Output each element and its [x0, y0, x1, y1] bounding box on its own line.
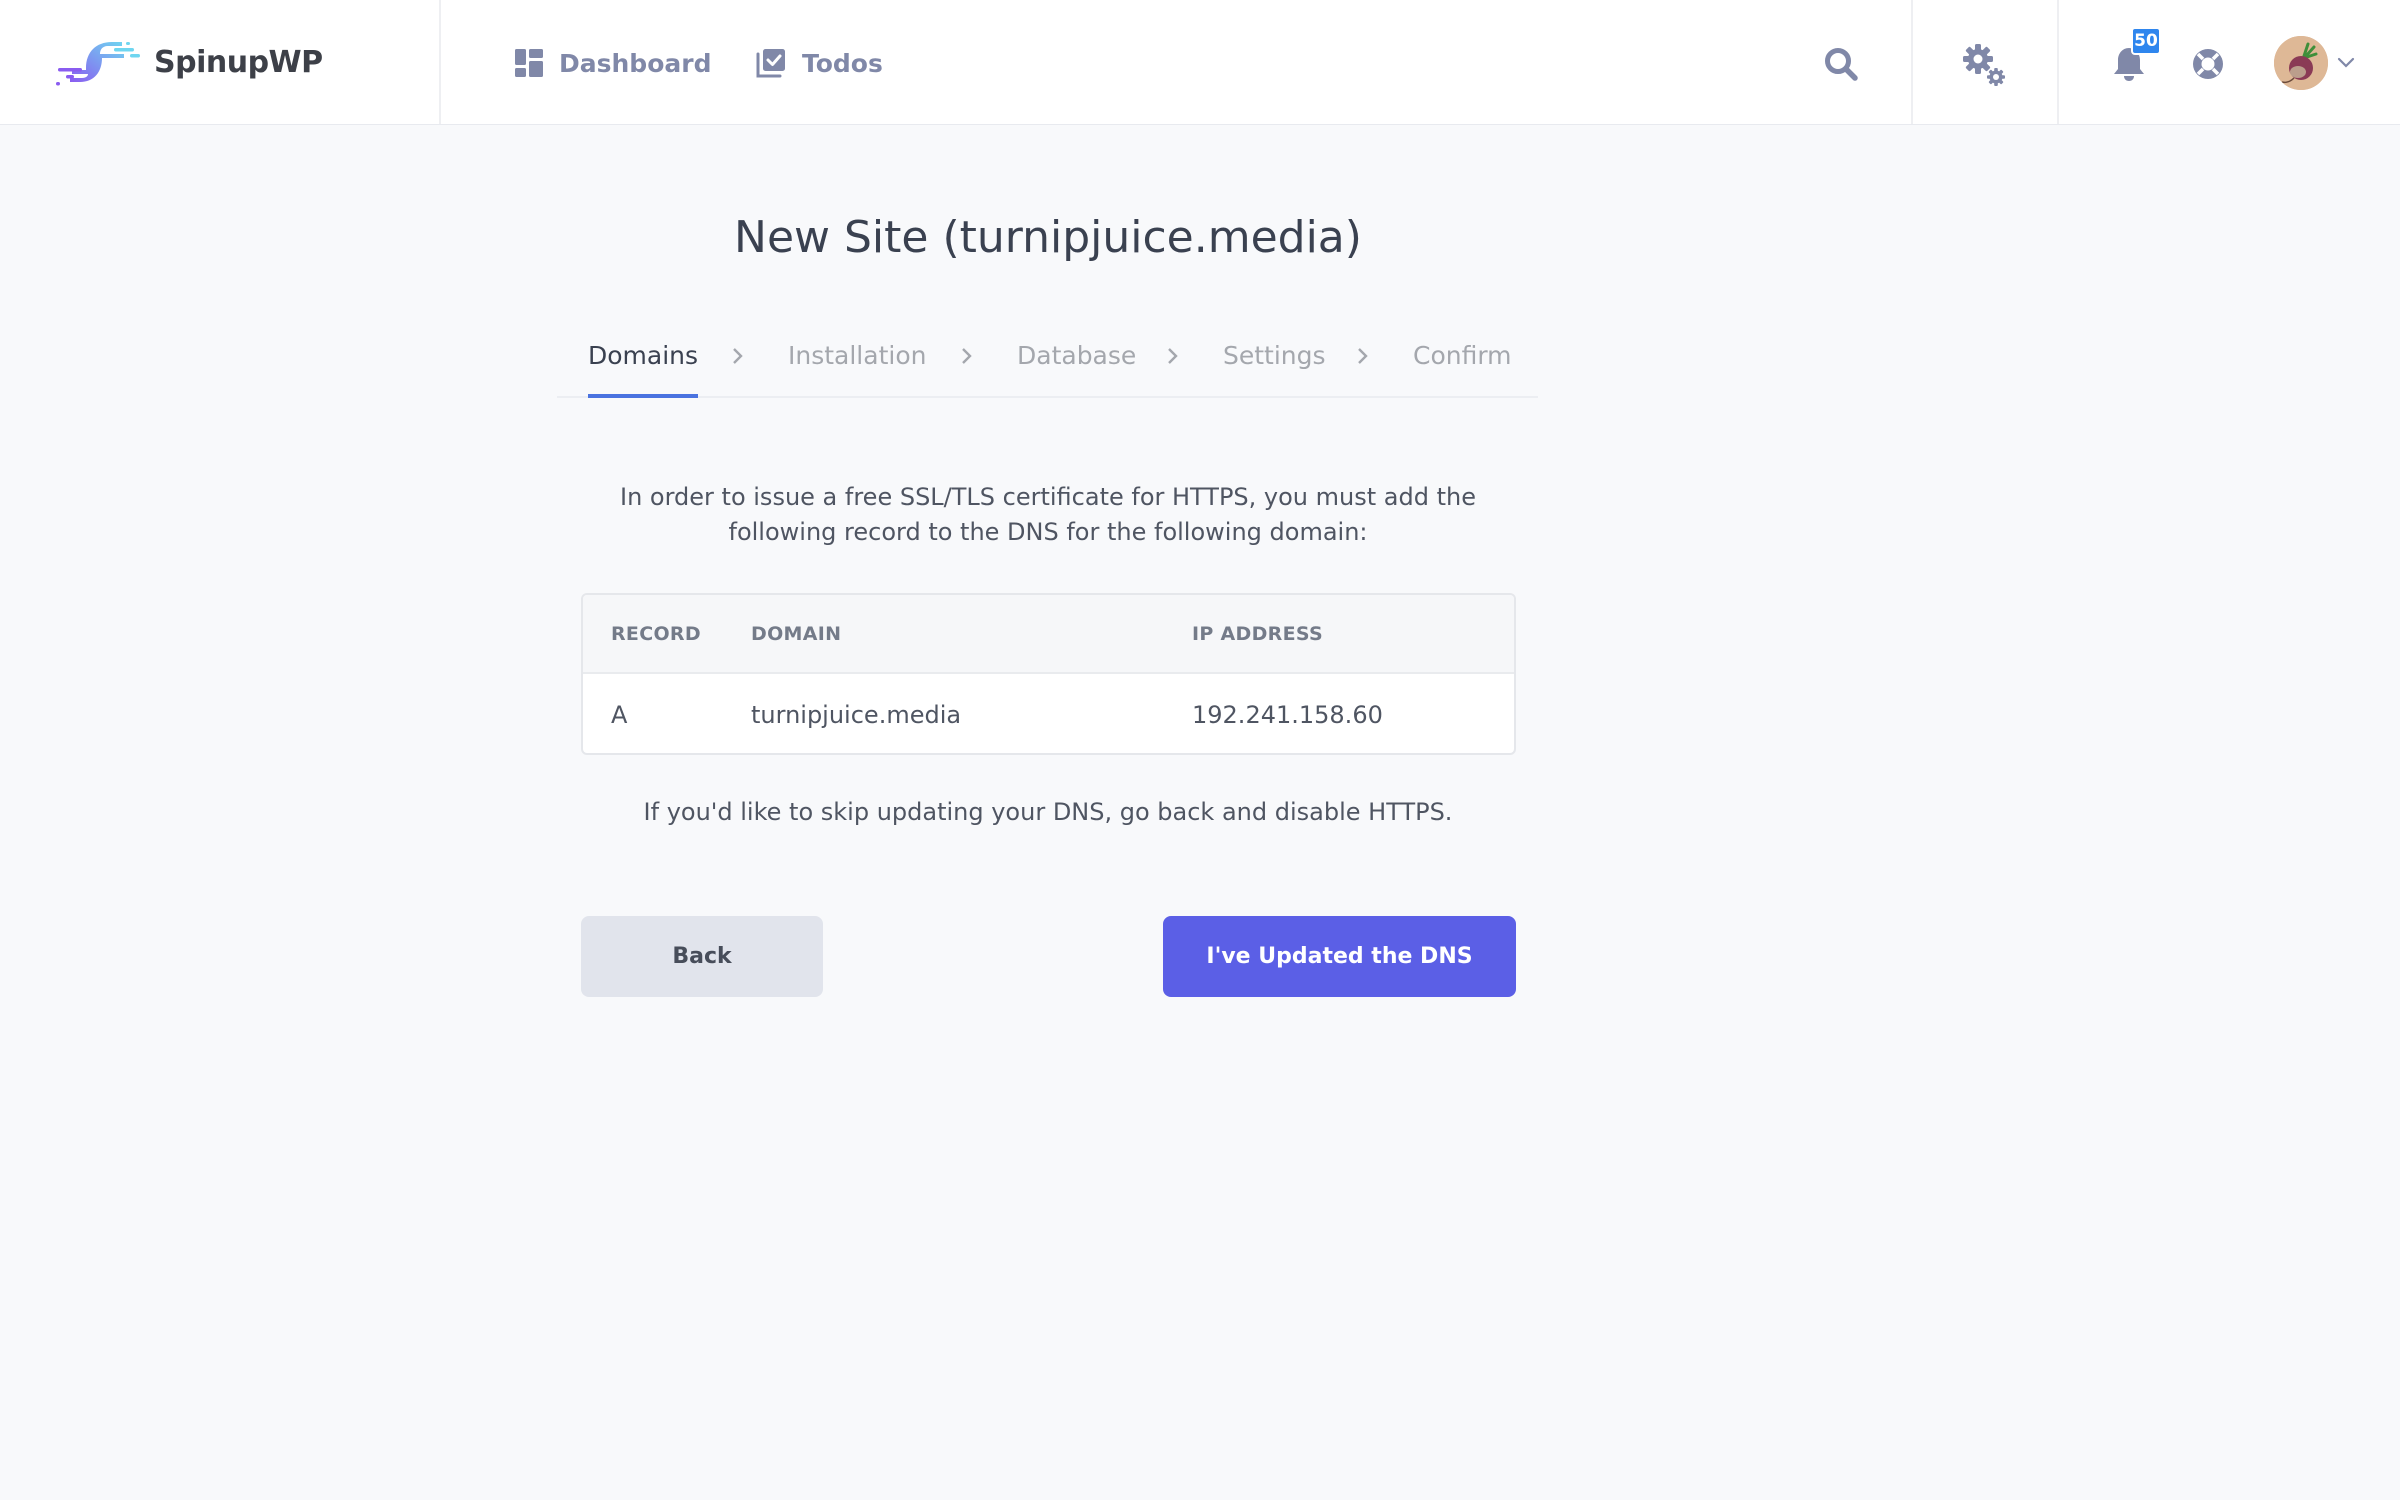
record-type-cell: A [611, 701, 628, 729]
spinupwp-logo-icon [56, 42, 140, 86]
step-domains[interactable]: Domains [588, 338, 699, 398]
header-divider [2057, 0, 2059, 124]
nav-todos[interactable]: Todos [756, 40, 883, 86]
chevron-right-icon [1358, 348, 1368, 364]
account-menu-toggle[interactable] [2337, 54, 2355, 73]
dns-updated-button[interactable]: I've Updated the DNS [1163, 916, 1516, 997]
turnip-avatar-icon [2274, 36, 2328, 90]
brand-logo[interactable]: SpinupWP [52, 34, 323, 90]
notification-count-badge: 50 [2131, 27, 2161, 55]
nav-dashboard[interactable]: Dashboard [515, 40, 711, 86]
chevron-right-icon [1168, 348, 1178, 364]
domain-cell: turnipjuice.media [751, 701, 962, 729]
chevron-down-icon [2337, 57, 2355, 68]
back-button[interactable]: Back [581, 916, 823, 997]
todos-icon [756, 49, 785, 78]
settings-button[interactable] [1956, 40, 2012, 90]
wizard-steps: Domains Installation Database Settings C… [557, 330, 1538, 398]
nav-todos-label: Todos [802, 48, 883, 78]
step-confirm[interactable]: Confirm [1413, 338, 1512, 390]
search-button[interactable] [1818, 42, 1864, 86]
dns-record-table: RECORD DOMAIN IP ADDRESS A turnipjuice.m… [581, 593, 1516, 755]
column-header-ip-address: IP ADDRESS [1192, 623, 1323, 645]
header-divider [1911, 0, 1913, 124]
column-header-domain: DOMAIN [751, 623, 842, 645]
nav-dashboard-label: Dashboard [559, 48, 712, 78]
step-settings[interactable]: Settings [1223, 338, 1326, 390]
top-navbar: SpinupWP Dashboard Todos 50 [0, 0, 2400, 125]
search-icon [1825, 48, 1858, 81]
chevron-right-icon [962, 348, 972, 364]
ip-address-cell: 192.241.158.60 [1192, 701, 1383, 729]
chevron-right-icon [733, 348, 743, 364]
skip-dns-note: If you'd like to skip updating your DNS,… [643, 798, 1453, 826]
help-button[interactable] [2186, 44, 2230, 84]
dashboard-icon [515, 49, 543, 77]
step-database[interactable]: Database [1017, 338, 1136, 390]
dns-instructions: In order to issue a free SSL/TLS certifi… [620, 483, 1476, 546]
step-installation[interactable]: Installation [788, 338, 926, 390]
table-header-row: RECORD DOMAIN IP ADDRESS [583, 595, 1514, 674]
column-header-record: RECORD [611, 623, 701, 645]
gears-icon [1963, 44, 2005, 86]
lifebuoy-icon [2193, 49, 2223, 79]
header-divider [439, 0, 441, 124]
user-avatar[interactable] [2274, 36, 2328, 90]
brand-name: SpinupWP [154, 44, 323, 80]
page-title: New Site (turnipjuice.media) [734, 212, 1362, 263]
